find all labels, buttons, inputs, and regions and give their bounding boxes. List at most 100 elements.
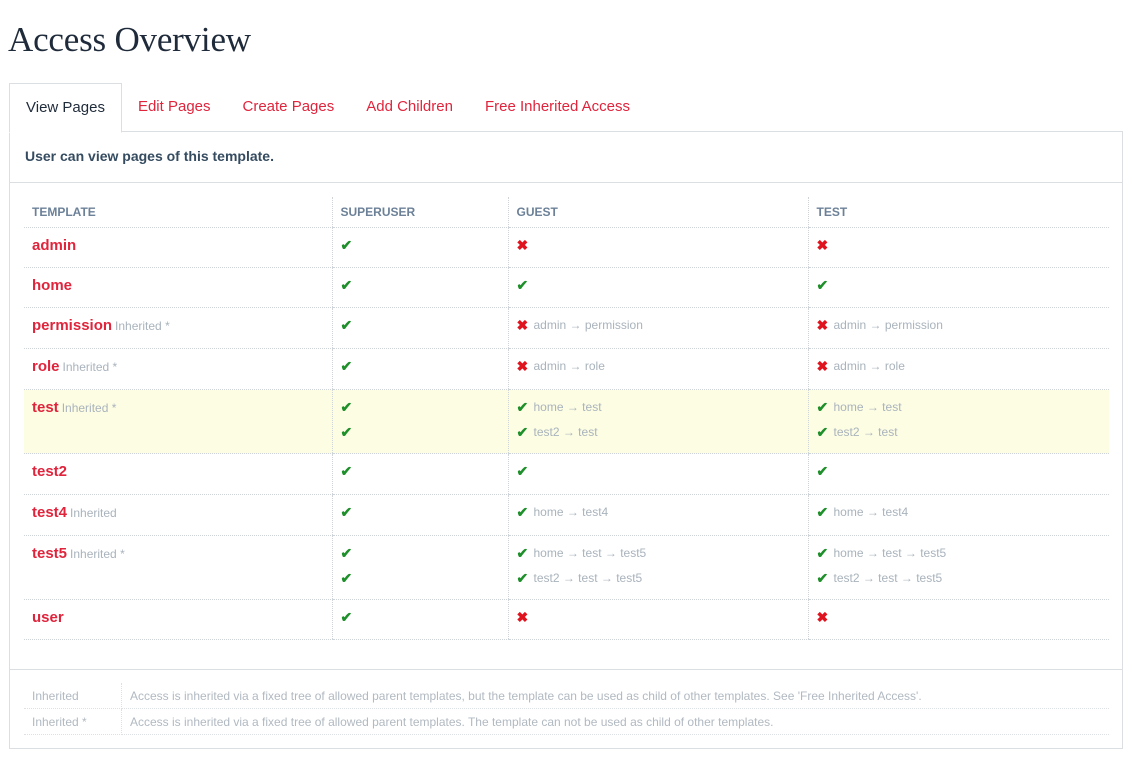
test-access-cell: ✔ <box>807 453 1109 495</box>
cross-icon: ✖ <box>816 609 829 625</box>
check-icon: ✔ <box>816 545 829 561</box>
template-cell: test4 Inherited <box>24 494 332 536</box>
test-access-cell: ✖ <box>807 599 1110 640</box>
table-row: test4 Inherited ✔ ✔ home → test4 ✔ home → test… <box>24 494 1109 536</box>
template-link[interactable]: test <box>32 399 59 416</box>
cross-icon: ✖ <box>516 237 529 253</box>
inheritance-path: test2 → test <box>533 425 598 439</box>
template-link[interactable]: test4 <box>32 504 67 521</box>
check-icon: ✔ <box>340 399 353 415</box>
access-entry: ✔ <box>341 545 508 570</box>
template-cell: admin <box>24 227 332 268</box>
inheritance-path: test2 → test → test5 <box>533 571 643 585</box>
cross-icon: ✖ <box>516 317 529 333</box>
access-entry: ✔ <box>517 463 808 488</box>
check-icon: ✔ <box>816 463 829 479</box>
legend-row: Inherited Access is inherited via a fixe… <box>24 683 1109 709</box>
template-link[interactable]: test2 <box>32 463 67 480</box>
tab-view-pages[interactable]: View Pages <box>9 83 122 133</box>
table-header-row: TEMPLATE SUPERUSER GUEST TEST <box>24 197 1109 228</box>
access-table: TEMPLATE SUPERUSER GUEST TEST admin ✔ ✖ ✖ ho… <box>24 197 1109 640</box>
check-icon: ✔ <box>340 504 353 520</box>
access-entry: ✔ home → test <box>817 399 1110 424</box>
check-icon: ✔ <box>340 570 353 586</box>
template-cell: test5 Inherited * <box>24 535 332 600</box>
access-entry: ✖ admin → role <box>817 358 1110 383</box>
inheritance-path: test2 → test <box>833 425 898 439</box>
inherited-note: Inherited * <box>70 547 125 561</box>
template-link[interactable]: role <box>32 358 60 375</box>
guest-access-cell: ✔ <box>507 453 808 495</box>
access-entry: ✔ <box>341 358 508 383</box>
access-entry: ✔ <box>341 570 508 595</box>
check-icon: ✔ <box>340 317 353 333</box>
guest-access-cell: ✔ <box>507 267 808 308</box>
column-header-superuser: SUPERUSER <box>331 197 508 228</box>
tab-edit-pages[interactable]: Edit Pages <box>122 83 227 131</box>
check-icon: ✔ <box>516 463 529 479</box>
tab-add-children[interactable]: Add Children <box>350 83 469 131</box>
access-entry: ✖ admin → permission <box>817 317 1110 342</box>
test-access-cell: ✔ home → test → test5 ✔ test2 → test → test… <box>807 535 1110 600</box>
tab-free-inherited-access[interactable]: Free Inherited Access <box>469 83 646 131</box>
template-link[interactable]: user <box>32 609 64 626</box>
access-entry: ✖ <box>517 237 808 262</box>
column-header-test: TEST <box>807 197 1109 228</box>
inheritance-path: home → test → test5 <box>533 546 647 560</box>
template-link[interactable]: permission <box>32 317 112 334</box>
superuser-access-cell: ✔ ✔ <box>331 389 508 454</box>
inheritance-path: home → test4 <box>533 505 609 519</box>
cross-icon: ✖ <box>816 317 829 333</box>
check-icon: ✔ <box>516 399 529 415</box>
guest-access-cell: ✔ home → test → test5 ✔ test2 → test → test… <box>507 535 808 600</box>
inherited-note: Inherited <box>70 506 117 520</box>
template-cell: home <box>24 267 332 308</box>
access-entry: ✔ <box>341 463 508 488</box>
superuser-access-cell: ✔ <box>331 307 508 349</box>
inherited-note: Inherited * <box>61 401 117 415</box>
guest-access-cell: ✖ admin → role <box>507 348 808 390</box>
column-header-template: TEMPLATE <box>24 197 332 228</box>
template-link[interactable]: admin <box>32 237 76 254</box>
template-cell: user <box>24 599 332 640</box>
table-body: admin ✔ ✖ ✖ home ✔ ✔ ✔ permission Inherited * ✔ ✖ ad… <box>24 227 1110 640</box>
check-icon: ✔ <box>816 570 829 586</box>
table-row: permission Inherited * ✔ ✖ admin → permissio… <box>24 307 1110 349</box>
guest-access-cell: ✖ <box>507 599 808 640</box>
inheritance-path: admin → role <box>833 359 905 373</box>
check-icon: ✔ <box>340 277 353 293</box>
legend-text: Access is inherited via a fixed tree of … <box>121 683 1109 709</box>
access-entry: ✖ admin → role <box>517 358 808 383</box>
template-link[interactable]: home <box>32 277 72 294</box>
access-entry: ✔ home → test4 <box>517 504 808 529</box>
check-icon: ✔ <box>340 424 353 440</box>
inheritance-path: home → test <box>533 400 602 414</box>
access-entry: ✖ <box>817 609 1110 634</box>
access-entry: ✔ home → test → test5 <box>817 545 1110 570</box>
table-row: test5 Inherited * ✔ ✔ ✔ home → test → test5 ✔ t… <box>24 535 1110 600</box>
check-icon: ✔ <box>816 504 829 520</box>
access-entry: ✔ <box>817 277 1110 302</box>
template-cell: test2 <box>24 453 332 495</box>
legend-row: Inherited * Access is inherited via a fi… <box>24 708 1109 735</box>
tab-create-pages[interactable]: Create Pages <box>227 83 351 131</box>
check-icon: ✔ <box>816 424 829 440</box>
inheritance-path: home → test4 <box>833 505 909 519</box>
superuser-access-cell: ✔ ✔ <box>331 535 508 600</box>
test-access-cell: ✖ admin → permission <box>807 307 1110 349</box>
guest-access-cell: ✔ home → test4 <box>507 494 808 536</box>
table-row: admin ✔ ✖ ✖ <box>24 227 1109 268</box>
check-icon: ✔ <box>516 504 529 520</box>
cross-icon: ✖ <box>516 609 529 625</box>
test-access-cell: ✔ <box>807 267 1110 308</box>
superuser-access-cell: ✔ <box>331 494 508 536</box>
legend-term: Inherited <box>24 683 122 709</box>
test-access-cell: ✖ admin → role <box>807 348 1110 390</box>
template-link[interactable]: test5 <box>32 545 67 562</box>
inheritance-path: admin → permission <box>533 318 643 332</box>
access-entry: ✔ <box>341 399 508 424</box>
test-access-cell: ✖ <box>807 227 1109 268</box>
guest-access-cell: ✖ <box>507 227 808 268</box>
check-icon: ✔ <box>816 399 829 415</box>
cross-icon: ✖ <box>816 358 829 374</box>
